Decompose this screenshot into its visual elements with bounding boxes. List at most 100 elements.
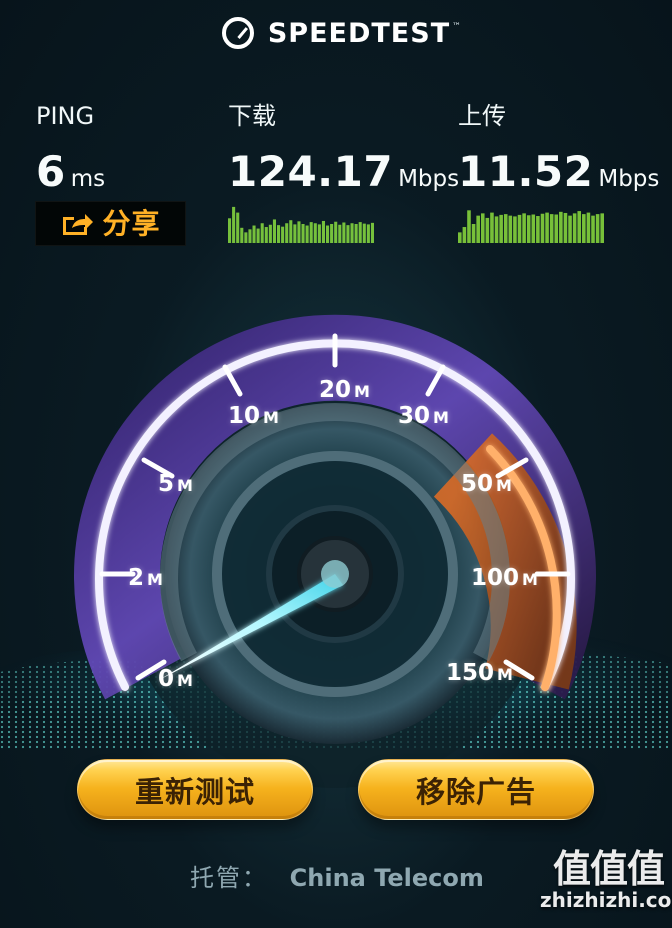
gauge-label-50: 50 M bbox=[461, 471, 512, 497]
upload-graph-bar bbox=[490, 212, 494, 243]
download-graph-bar bbox=[338, 224, 342, 243]
download-graph-bar bbox=[354, 224, 358, 243]
download-graph-bar bbox=[358, 222, 362, 243]
download-graph-bar bbox=[350, 223, 354, 243]
download-graph-bar bbox=[326, 225, 330, 243]
download-value: 124.17 bbox=[228, 147, 394, 196]
upload-title: 上传 bbox=[458, 102, 506, 130]
upload-graph-bar bbox=[476, 215, 480, 243]
download-graph-bar bbox=[281, 226, 285, 243]
download-graph-bar bbox=[256, 228, 260, 243]
download-graph-bar bbox=[317, 224, 321, 243]
download-graph-bar bbox=[252, 225, 256, 243]
watermark-url: zhizhizhi.com bbox=[540, 888, 672, 912]
upload-graph-bar bbox=[563, 212, 568, 243]
upload-graph-bar bbox=[471, 224, 476, 243]
upload-graph-bar bbox=[467, 210, 471, 243]
upload-graph-bar bbox=[591, 215, 595, 243]
upload-graph-bar bbox=[522, 213, 526, 243]
download-graph-bar bbox=[362, 223, 366, 243]
download-graph-bar bbox=[366, 224, 370, 243]
ping-metric: PING 6 ms bbox=[36, 104, 105, 192]
retest-button[interactable]: 重新测试 bbox=[77, 759, 313, 820]
download-graph-bar bbox=[244, 232, 248, 243]
download-graph-bar bbox=[297, 221, 301, 243]
gauge-label-100: 100 M bbox=[471, 565, 538, 591]
upload-graph-bar bbox=[595, 214, 600, 243]
download-graph-bar bbox=[268, 224, 272, 243]
download-graph-bar bbox=[313, 223, 317, 243]
upload-graph-bar bbox=[572, 213, 577, 243]
upload-graph-bar bbox=[503, 214, 508, 243]
download-graph-bar bbox=[346, 225, 350, 243]
upload-graph-bar bbox=[517, 214, 522, 243]
download-graph-bar bbox=[285, 223, 289, 243]
speedtest-result-screen: SPEEDTEST ™ PING 6 ms 下载 124.17 Mbps 上传 … bbox=[0, 0, 672, 928]
upload-graph-bar bbox=[485, 217, 490, 243]
download-title: 下载 bbox=[228, 102, 276, 130]
download-graph-svg bbox=[228, 206, 374, 243]
speedtest-header: SPEEDTEST ™ bbox=[0, 10, 672, 56]
download-graph-bar bbox=[228, 218, 232, 243]
download-graph-bar bbox=[260, 223, 264, 243]
download-speed-graph bbox=[228, 205, 374, 243]
gauge-label-5: 5M bbox=[158, 471, 193, 497]
gauge-label-10: 10 M bbox=[228, 403, 279, 429]
gauge-label-20: 20 M bbox=[319, 377, 370, 403]
upload-speed-graph bbox=[458, 205, 604, 243]
download-graph-bar bbox=[264, 227, 268, 243]
download-metric: 下载 124.17 Mbps bbox=[228, 104, 459, 192]
upload-unit: Mbps bbox=[598, 165, 660, 192]
download-graph-bar bbox=[232, 206, 236, 243]
upload-graph-bar bbox=[577, 211, 582, 243]
upload-graph-bar bbox=[526, 215, 531, 243]
download-graph-bar bbox=[236, 212, 240, 243]
upload-graph-bar bbox=[600, 213, 604, 243]
remove-ads-button[interactable]: 移除广告 bbox=[358, 759, 594, 820]
ping-title: PING bbox=[36, 102, 95, 130]
download-graph-bar bbox=[342, 222, 346, 243]
watermark-logo: 值值值 bbox=[552, 847, 665, 891]
upload-graph-bar bbox=[586, 212, 591, 243]
ping-value-row: 6 ms bbox=[36, 147, 106, 196]
upload-graph-bar bbox=[549, 214, 554, 243]
share-button[interactable]: 分享 bbox=[35, 201, 186, 246]
upload-graph-bar bbox=[582, 214, 586, 243]
speedometer-logo-icon bbox=[221, 17, 254, 49]
upload-value-row: 11.52 Mbps bbox=[458, 147, 660, 196]
download-value-row: 124.17 Mbps bbox=[228, 147, 459, 196]
upload-graph-bar bbox=[499, 214, 503, 243]
site-watermark: 值值值 zhizhizhi.com bbox=[540, 847, 672, 920]
upload-graph-bar bbox=[554, 214, 559, 243]
download-graph-bar bbox=[301, 224, 305, 243]
ping-value: 6 bbox=[36, 147, 66, 196]
download-graph-bar bbox=[293, 224, 297, 243]
server-provider: China Telecom bbox=[289, 864, 484, 892]
upload-graph-bar bbox=[531, 214, 536, 243]
download-graph-bar bbox=[305, 225, 309, 243]
upload-graph-bar bbox=[458, 232, 462, 243]
upload-graph-bar bbox=[513, 216, 517, 243]
upload-graph-bar bbox=[508, 215, 513, 243]
ping-unit: ms bbox=[70, 165, 106, 192]
download-graph-bar bbox=[277, 225, 281, 243]
upload-graph-bar bbox=[568, 215, 572, 243]
upload-metric: 上传 11.52 Mbps bbox=[458, 104, 659, 192]
hosted-label: 托管： bbox=[190, 864, 268, 892]
download-graph-bar bbox=[240, 227, 244, 243]
gauge-label-2: 2M bbox=[128, 565, 163, 591]
download-graph-bar bbox=[334, 221, 338, 243]
download-graph-bar bbox=[321, 220, 325, 243]
app-brand: SPEEDTEST bbox=[267, 17, 451, 49]
upload-graph-bar bbox=[545, 212, 549, 243]
download-graph-bar bbox=[330, 224, 334, 243]
upload-value: 11.52 bbox=[458, 147, 594, 196]
gauge-label-0: 0M bbox=[158, 666, 193, 692]
upload-graph-bar bbox=[480, 213, 485, 243]
upload-graph-bar bbox=[462, 227, 467, 243]
download-graph-bar bbox=[370, 222, 374, 243]
upload-graph-bar bbox=[540, 213, 545, 243]
share-icon bbox=[63, 213, 94, 235]
download-graph-bar bbox=[309, 222, 313, 243]
upload-graph-bar bbox=[494, 216, 499, 243]
